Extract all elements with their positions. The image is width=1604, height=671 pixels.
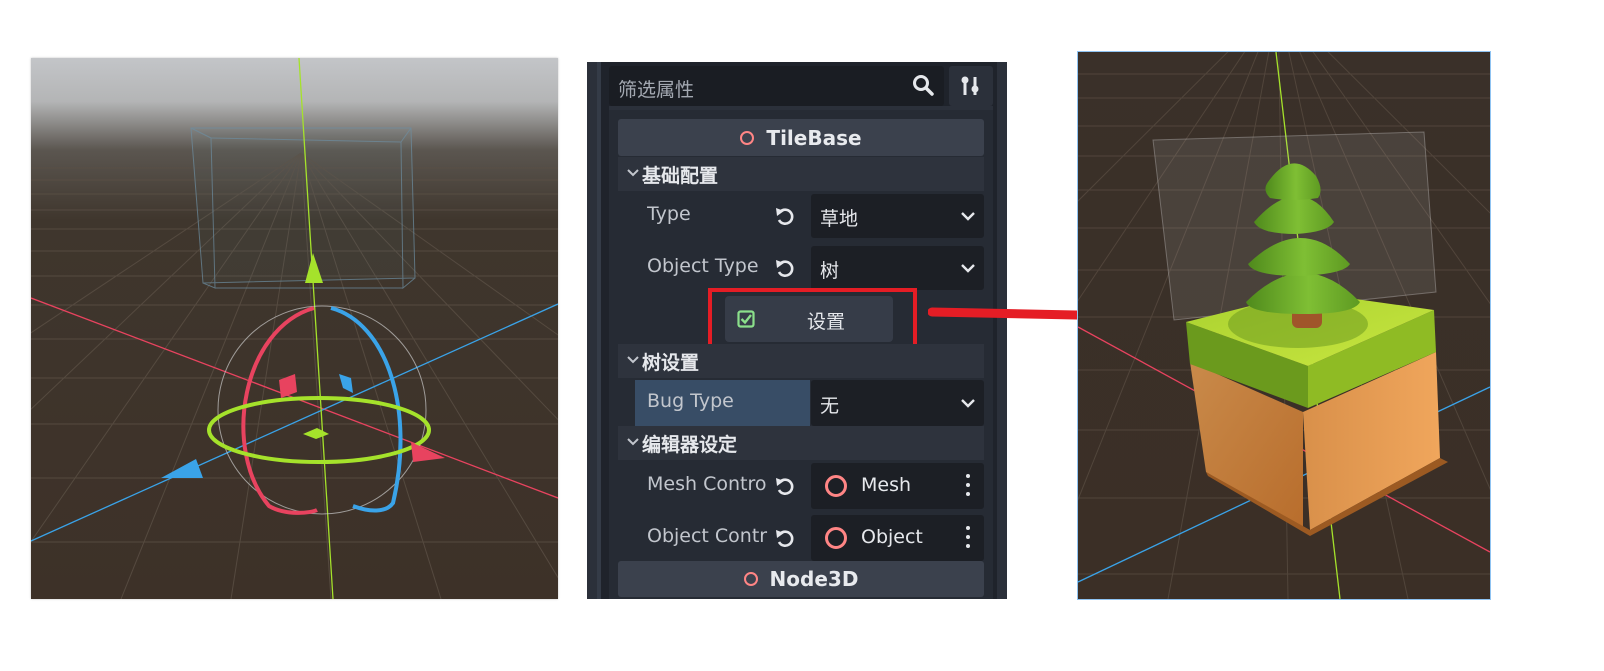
highlight-box [708,288,917,350]
section-title: 树设置 [642,352,700,374]
more-options-icon[interactable] [966,526,970,553]
tools-icon [961,76,979,95]
mesh-control-label: Mesh Contro [647,473,767,495]
script-icon [743,572,758,586]
mesh-control-resource[interactable]: Mesh [811,463,984,509]
chevron-down-icon [627,356,639,364]
chevron-down-icon [961,212,975,221]
chevron-down-icon [961,264,975,273]
object-type-dropdown[interactable]: 树 [811,246,984,290]
viewport-3d-gizmo[interactable] [31,58,558,599]
section-tree-settings[interactable]: 树设置 [618,344,984,378]
section-title: 编辑器设定 [642,434,738,456]
chevron-down-icon [961,399,975,408]
object-type-label: Object Type [647,255,759,277]
revert-icon[interactable] [774,527,796,549]
resource-value: Mesh [861,474,912,496]
class-header-tilebase[interactable]: TileBase [618,119,984,156]
revert-icon[interactable] [774,257,796,279]
dropdown-value: 草地 [820,208,859,230]
node-icon [825,475,847,497]
class-header-node3d[interactable]: Node3D [618,561,984,597]
search-icon [912,74,934,100]
section-title: 基础配置 [642,165,719,187]
node-icon [825,527,847,549]
dropdown-value: 树 [820,260,840,282]
viewport-3d-tile-preview[interactable] [1077,51,1491,600]
bug-type-label-highlight: Bug Type [635,380,810,426]
filter-placeholder: 筛选属性 [618,79,695,101]
class-title: Node3D [769,567,859,591]
revert-icon[interactable] [774,475,796,497]
panel-edge [587,62,597,599]
section-editor-settings[interactable]: 编辑器设定 [618,426,984,460]
bug-type-label: Bug Type [647,390,734,412]
type-label: Type [647,203,691,225]
class-title: TileBase [766,125,862,150]
bug-type-dropdown[interactable]: 无 [811,380,984,426]
chevron-down-icon [627,169,639,177]
tools-button[interactable] [949,66,993,106]
bounding-box [190,127,416,290]
type-dropdown[interactable]: 草地 [811,194,984,238]
revert-icon[interactable] [774,205,796,227]
filter-properties-input[interactable]: 筛选属性 [609,66,944,106]
resource-value: Object [861,526,923,548]
object-control-resource[interactable]: Object [811,515,984,561]
section-basic-config[interactable]: 基础配置 [618,157,984,191]
more-options-icon[interactable] [966,474,970,501]
script-icon [740,130,755,145]
chevron-down-icon [627,438,639,446]
dropdown-value: 无 [820,395,840,417]
panel-edge [597,62,601,599]
object-control-label: Object Contr [647,525,768,547]
